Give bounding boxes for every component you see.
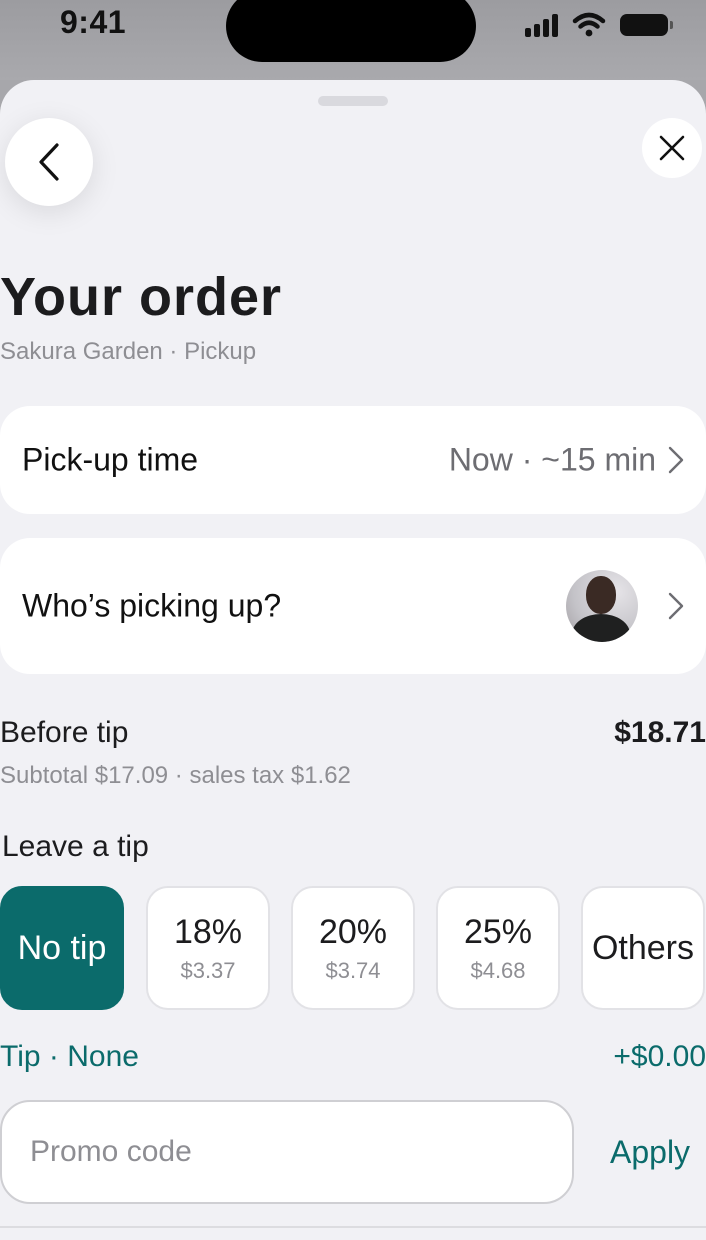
tip-status: Tip · None	[0, 1040, 139, 1073]
pickup-person-label: Who’s picking up?	[22, 587, 282, 624]
tip-option-none[interactable]: No tip	[0, 886, 124, 1010]
back-button[interactable]	[5, 118, 93, 206]
page-title: Your order	[0, 267, 283, 327]
tip-amount: $4.68	[470, 957, 526, 983]
subtotal-breakdown: Subtotal $17.09 · sales tax $1.62	[0, 762, 351, 789]
chevron-left-icon	[39, 143, 59, 181]
close-icon	[659, 135, 685, 161]
tip-amount: $3.74	[325, 957, 381, 983]
pickup-person-row[interactable]: Who’s picking up?	[0, 538, 706, 674]
tip-option-others[interactable]: Others	[581, 886, 705, 1010]
close-button[interactable]	[642, 118, 702, 178]
chevron-right-icon	[668, 446, 684, 474]
before-tip-amount: $18.71	[614, 716, 706, 749]
dynamic-island	[226, 0, 476, 62]
tip-percent: 25%	[463, 912, 533, 951]
tip-option-label: No tip	[17, 928, 107, 967]
avatar	[566, 570, 638, 642]
tip-added-amount: +$0.00	[613, 1040, 706, 1073]
pickup-time-label: Pick-up time	[22, 441, 199, 478]
tip-option-25[interactable]: 25% $4.68	[436, 886, 560, 1010]
tip-heading: Leave a tip	[2, 830, 149, 863]
page-subtitle: Sakura Garden · Pickup	[0, 338, 257, 365]
order-sheet: Your order Sakura Garden · Pickup Pick-u…	[0, 80, 706, 1240]
tip-amount: $3.37	[180, 957, 236, 983]
status-icons	[525, 12, 673, 38]
pickup-time-row[interactable]: Pick-up time Now · ~15 min	[0, 406, 706, 514]
status-bar: 9:41	[0, 0, 706, 80]
divider	[0, 1226, 706, 1228]
promo-code-input[interactable]	[0, 1100, 574, 1204]
apply-promo-button[interactable]: Apply	[610, 1134, 690, 1171]
tip-percent: 20%	[318, 912, 388, 951]
cellular-signal-icon	[525, 13, 558, 37]
chevron-right-icon	[668, 592, 684, 620]
sheet-grabber[interactable]	[318, 96, 388, 106]
pickup-time-value: Now · ~15 min	[448, 441, 656, 478]
tip-percent: 18%	[173, 912, 243, 951]
battery-icon	[620, 14, 673, 36]
before-tip-label: Before tip	[0, 716, 129, 749]
tip-option-18[interactable]: 18% $3.37	[146, 886, 270, 1010]
tip-option-20[interactable]: 20% $3.74	[291, 886, 415, 1010]
status-time: 9:41	[60, 4, 127, 40]
tip-option-label: Others	[591, 928, 695, 967]
wifi-icon	[572, 12, 606, 37]
